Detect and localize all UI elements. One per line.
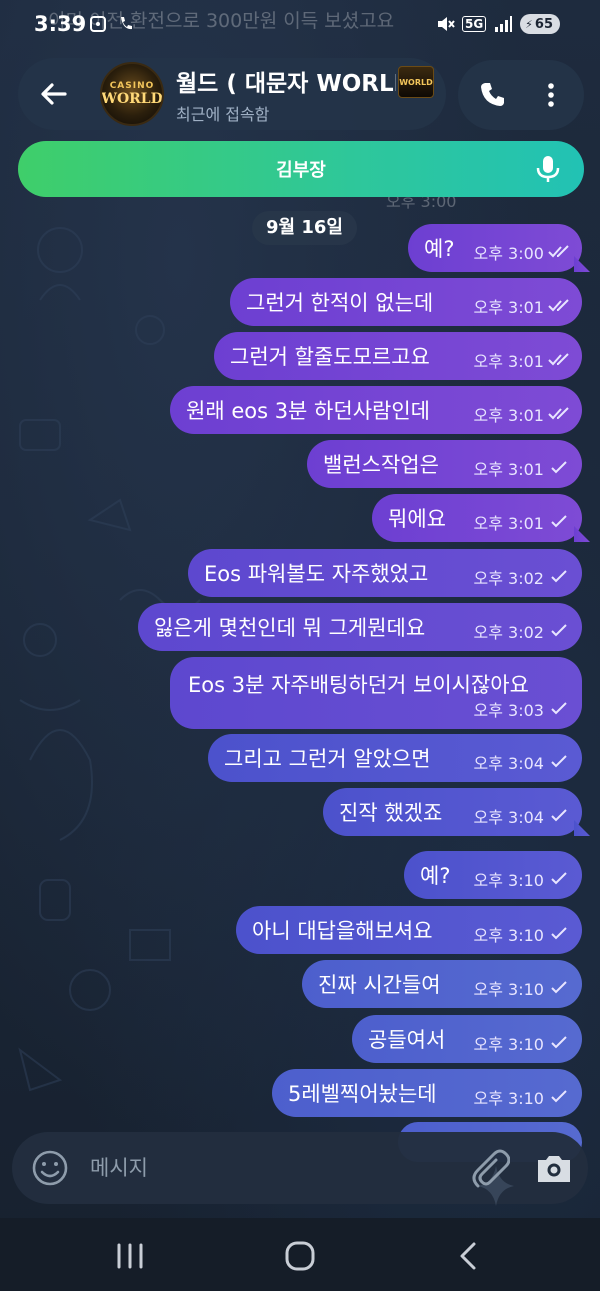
message-bubble[interactable]: 그런거 한적이 없는데 오후 3:01 bbox=[230, 278, 582, 326]
single-check-icon bbox=[551, 981, 567, 994]
title-logo: WORLD bbox=[398, 66, 434, 98]
phone-icon bbox=[481, 83, 504, 106]
double-check-icon bbox=[548, 245, 569, 258]
message-time: 오후 3:04 bbox=[473, 808, 544, 827]
more-menu-button[interactable] bbox=[528, 72, 574, 118]
call-status-icon bbox=[116, 14, 136, 34]
message-input[interactable] bbox=[90, 1150, 450, 1186]
message-text: Eos 파워볼도 자주했었고 bbox=[204, 562, 429, 586]
message-text: 그런거 할줄도모르고요 bbox=[230, 345, 430, 369]
home-icon[interactable] bbox=[280, 1236, 320, 1276]
message-text: 아니 대답을해보셔요 bbox=[252, 919, 433, 943]
message-time: 오후 3:04 bbox=[473, 754, 544, 773]
message-bubble[interactable]: 원래 eos 3분 하던사람인데 오후 3:01 bbox=[170, 386, 582, 434]
message-bubble[interactable]: 밸런스작업은 오후 3:01 bbox=[307, 440, 582, 488]
message-text: 그리고 그런거 알았으면 bbox=[224, 747, 431, 771]
single-check-icon bbox=[551, 927, 567, 940]
camera-icon[interactable] bbox=[534, 1148, 574, 1188]
message-bubble[interactable]: 공들여서 오후 3:10 bbox=[352, 1015, 582, 1063]
call-button[interactable] bbox=[470, 72, 516, 118]
single-check-icon bbox=[551, 702, 567, 715]
battery-charging-icon: ⚡ bbox=[525, 17, 533, 31]
message-text: 5레벨찍어놨는데 bbox=[288, 1082, 437, 1106]
recent-apps-icon[interactable] bbox=[110, 1236, 150, 1276]
single-check-icon bbox=[551, 624, 567, 637]
paperclip-icon[interactable] bbox=[466, 1146, 510, 1190]
message-bubble[interactable]: Eos 3분 자주배팅하던거 보이시잖아요 오후 3:03 bbox=[170, 657, 582, 729]
back-button[interactable] bbox=[20, 60, 88, 128]
message-bubble[interactable]: 그런거 할줄도모르고요 오후 3:01 bbox=[214, 332, 582, 380]
date-divider: 9월 16일 bbox=[252, 211, 357, 245]
message-time: 오후 3:00 bbox=[473, 244, 544, 263]
single-check-icon bbox=[551, 1036, 567, 1049]
battery-level: 65 bbox=[534, 16, 553, 32]
message-time: 오후 3:02 bbox=[473, 623, 544, 642]
single-check-icon bbox=[551, 1090, 567, 1103]
message-text: 진작 했겠죠 bbox=[339, 801, 443, 825]
single-check-icon bbox=[551, 872, 567, 885]
message-text: 예? bbox=[420, 864, 451, 888]
message-time: 오후 3:01 bbox=[473, 514, 544, 533]
message-bubble[interactable]: Eos 파워볼도 자주했었고 오후 3:02 bbox=[188, 549, 582, 597]
battery-indicator: ⚡ 65 bbox=[520, 14, 560, 34]
avatar-logo-main: WORLD bbox=[101, 91, 163, 107]
status-bar: 3:39 5G ⚡ 65 bbox=[0, 0, 600, 54]
screenshot-icon bbox=[88, 14, 108, 34]
message-text: 예? bbox=[424, 237, 455, 261]
single-check-icon bbox=[551, 809, 567, 822]
voice-chat-bar[interactable]: 김부장 bbox=[18, 141, 584, 197]
message-time: 오후 3:10 bbox=[473, 980, 544, 999]
message-time: 오후 3:10 bbox=[473, 1035, 544, 1054]
message-time: 오후 3:03 bbox=[473, 701, 544, 720]
message-text: Eos 3분 자주배팅하던거 보이시잖아요 bbox=[188, 673, 529, 697]
arrow-left-icon bbox=[41, 83, 67, 105]
single-check-icon bbox=[551, 755, 567, 768]
message-text: 진짜 시간들여 bbox=[318, 973, 441, 997]
message-bubble[interactable]: 아니 대답을해보셔요 오후 3:10 bbox=[236, 906, 582, 954]
double-check-icon bbox=[548, 299, 569, 312]
message-text: 뭐에요 bbox=[388, 507, 446, 531]
message-time: 오후 3:10 bbox=[473, 1089, 544, 1108]
single-check-icon bbox=[551, 461, 567, 474]
message-text: 그런거 한적이 없는데 bbox=[246, 291, 434, 315]
message-bubble[interactable]: 잃은게 몇천인데 뭐 그게뭔데요 오후 3:02 bbox=[138, 603, 582, 651]
message-bubble[interactable]: 예? 오후 3:00 bbox=[408, 224, 582, 272]
single-check-icon bbox=[551, 570, 567, 583]
message-time: 오후 3:02 bbox=[473, 569, 544, 588]
message-time: 오후 3:01 bbox=[473, 352, 544, 371]
message-bubble[interactable]: 진작 했겠죠 오후 3:04 bbox=[323, 788, 582, 836]
chat-subtitle: 최근에 접속함 bbox=[176, 105, 270, 124]
avatar[interactable]: CASINO WORLD bbox=[100, 62, 164, 126]
message-text: 밸런스작업은 bbox=[323, 453, 439, 477]
chat-title[interactable]: 월드 ( 대문자 WORLD bbox=[176, 64, 396, 98]
avatar-logo-top: CASINO bbox=[109, 81, 155, 91]
message-text: 공들여서 bbox=[368, 1028, 446, 1052]
voice-chat-name: 김부장 bbox=[276, 160, 326, 181]
microphone-icon[interactable] bbox=[532, 153, 564, 185]
message-time: 오후 3:01 bbox=[473, 406, 544, 425]
signal-icon bbox=[493, 14, 513, 34]
message-time: 오후 3:01 bbox=[473, 460, 544, 479]
status-time: 3:39 bbox=[34, 12, 87, 36]
message-time: 오후 3:10 bbox=[473, 926, 544, 945]
message-time: 오후 3:01 bbox=[473, 298, 544, 317]
network-label: 5G bbox=[461, 16, 487, 32]
nav-back-icon[interactable] bbox=[450, 1236, 490, 1276]
message-text: 원래 eos 3분 하던사람인데 bbox=[186, 399, 430, 423]
message-time: 오후 3:10 bbox=[473, 871, 544, 890]
message-text: 잃은게 몇천인데 뭐 그게뭔데요 bbox=[154, 616, 426, 640]
single-check-icon bbox=[551, 515, 567, 528]
message-bubble[interactable]: 예? 오후 3:10 bbox=[404, 851, 582, 899]
more-vertical-icon bbox=[548, 83, 554, 107]
message-bubble[interactable]: 5레벨찍어놨는데 오후 3:10 bbox=[272, 1069, 582, 1117]
double-check-icon bbox=[548, 407, 569, 420]
message-bubble[interactable]: 뭐에요 오후 3:01 bbox=[372, 494, 582, 542]
message-bubble[interactable]: 진짜 시간들여 오후 3:10 bbox=[302, 960, 582, 1008]
message-bubble[interactable]: 그리고 그런거 알았으면 오후 3:04 bbox=[208, 734, 582, 782]
double-check-icon bbox=[548, 353, 569, 366]
mute-icon bbox=[435, 14, 455, 34]
smiley-icon[interactable] bbox=[30, 1148, 70, 1188]
